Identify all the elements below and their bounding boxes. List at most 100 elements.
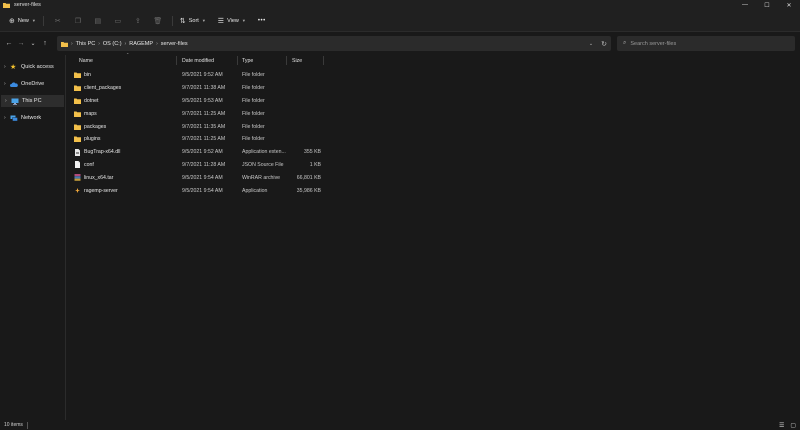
column-header-size[interactable]: Size: [292, 55, 302, 66]
breadcrumb-separator-icon: ›: [124, 40, 127, 47]
file-name: conf: [84, 161, 94, 168]
plus-circle-icon: ⊕: [9, 17, 15, 25]
file-size: 35,986 KB: [296, 187, 321, 194]
file-size: [291, 133, 321, 146]
sort-button[interactable]: ⇅ Sort ▼: [177, 14, 209, 28]
archive-icon: [74, 174, 81, 182]
file-type: File folder: [242, 136, 265, 143]
file-date: 9/7/2021 11:28 AM: [182, 161, 226, 168]
file-row[interactable]: packages 9/7/2021 11:35 AM File folder: [67, 120, 800, 133]
navigation-pane: › ★ Quick access › OneDrive › This PC › …: [0, 55, 66, 420]
paste-icon[interactable]: ▤: [88, 17, 108, 25]
file-row[interactable]: conf 9/7/2021 11:28 AM JSON Source File …: [67, 159, 800, 172]
network-icon: [10, 115, 18, 122]
sidebar-item-quick-access[interactable]: › ★ Quick access: [0, 61, 65, 73]
file-name-cell: maps: [74, 107, 97, 120]
folder-icon: [74, 111, 81, 117]
sidebar-item-label: Quick access: [21, 64, 54, 70]
minimize-button[interactable]: —: [734, 0, 756, 10]
chevron-down-icon: ▼: [201, 18, 206, 23]
column-header-name[interactable]: Name: [79, 55, 93, 66]
sort-icon: ⇅: [179, 17, 186, 25]
new-button[interactable]: ⊕ New ▼: [6, 14, 39, 28]
maximize-button[interactable]: ☐: [756, 0, 778, 10]
file-size: [291, 107, 321, 120]
file-row[interactable]: BugTrap-x64.dll 9/5/2021 9:52 AM Applica…: [67, 146, 800, 159]
sort-button-label: Sort: [188, 17, 199, 24]
column-header-date[interactable]: Date modified: [182, 55, 214, 66]
breadcrumb-this-pc[interactable]: This PC: [76, 41, 96, 47]
search-box[interactable]: ⌕ Search server-files: [617, 36, 795, 51]
file-row[interactable]: maps 9/7/2021 11:25 AM File folder: [67, 107, 800, 120]
file-size: [291, 69, 321, 82]
sidebar-item-this-pc[interactable]: › This PC: [1, 95, 64, 107]
close-button[interactable]: ✕: [778, 0, 800, 10]
file-row[interactable]: client_packages 9/7/2021 11:38 AM File f…: [67, 82, 800, 95]
file-row[interactable]: ragemp-server 9/5/2021 9:54 AM Applicati…: [67, 184, 800, 197]
chevron-down-icon: ▼: [31, 18, 36, 23]
file-row[interactable]: bin 9/5/2021 9:52 AM File folder: [67, 69, 800, 82]
cut-icon[interactable]: ✂: [48, 17, 68, 25]
share-icon[interactable]: ⇪: [128, 17, 148, 25]
folder-icon: [74, 85, 81, 92]
file-name-cell: BugTrap-x64.dll: [74, 146, 120, 159]
file-name-cell: ragemp-server: [74, 184, 118, 197]
file-type: File folder: [242, 123, 265, 130]
breadcrumb-os-drive[interactable]: OS (C:): [103, 41, 122, 47]
file-name-cell: plugins: [74, 133, 100, 146]
column-divider[interactable]: [237, 56, 238, 65]
column-divider[interactable]: [323, 56, 324, 65]
sidebar-item-network[interactable]: › Network: [0, 112, 65, 124]
sort-ascending-icon: ⌃: [126, 52, 130, 57]
delete-icon[interactable]: 🗑: [148, 17, 168, 25]
folder-icon: [74, 72, 81, 79]
file-date: 9/5/2021 9:54 AM: [182, 187, 223, 194]
file-name-cell: dotnet: [74, 95, 98, 108]
recent-locations-icon[interactable]: ⌄: [27, 40, 39, 47]
address-bar[interactable]: › This PC › OS (C:) › RAGEMP › server-fi…: [57, 36, 611, 51]
details-view-icon[interactable]: ☰: [779, 422, 784, 429]
file-size: [291, 82, 321, 95]
title-bar: server-files — ☐ ✕: [0, 0, 800, 10]
address-dropdown-icon[interactable]: ⌄: [589, 41, 593, 47]
file-row[interactable]: linux_x64.tar 9/5/2021 9:54 AM WinRAR ar…: [67, 171, 800, 184]
folder-icon: [74, 98, 81, 104]
file-name: bin: [84, 72, 91, 79]
file-name-cell: bin: [74, 69, 91, 82]
breadcrumb-server-files[interactable]: server-files: [161, 41, 188, 47]
sidebar-item-onedrive[interactable]: › OneDrive: [0, 78, 65, 90]
file-name-cell: packages: [74, 120, 106, 133]
refresh-icon[interactable]: ↻: [601, 40, 607, 48]
file-name-cell: client_packages: [74, 82, 121, 95]
file-row[interactable]: plugins 9/7/2021 11:25 AM File folder: [67, 133, 800, 146]
file-size: [291, 120, 321, 133]
file-name: client_packages: [84, 85, 122, 92]
search-icon: ⌕: [623, 40, 627, 46]
file-size: 355 KB: [303, 149, 321, 156]
file-name: ragemp-server: [84, 187, 118, 194]
file-date: 9/7/2021 11:25 AM: [182, 136, 226, 143]
back-arrow-icon[interactable]: ←: [3, 40, 15, 47]
column-divider[interactable]: [286, 56, 287, 65]
column-header-type[interactable]: Type: [242, 55, 253, 66]
rename-icon[interactable]: ▭: [108, 17, 128, 25]
view-button-label: View: [227, 17, 239, 24]
address-row: ← → ⌄ ↑ › This PC › OS (C:) › RAGEMP › s…: [0, 33, 800, 53]
file-name: linux_x64.tar: [84, 174, 114, 181]
up-arrow-icon[interactable]: ↑: [39, 40, 51, 47]
item-count: 10 items: [4, 422, 23, 428]
column-divider[interactable]: [176, 56, 177, 65]
breadcrumb-ragemp[interactable]: RAGEMP: [129, 41, 153, 47]
view-button[interactable]: ☰ View ▼: [215, 14, 249, 28]
tiles-view-icon[interactable]: ▢: [790, 422, 796, 429]
file-size: 66,801 KB: [296, 174, 321, 181]
file-row[interactable]: dotnet 9/5/2021 9:53 AM File folder: [67, 95, 800, 108]
copy-icon[interactable]: ❐: [68, 17, 88, 25]
more-icon: •••: [257, 17, 266, 24]
forward-arrow-icon[interactable]: →: [15, 40, 27, 47]
file-type: JSON Source File: [242, 161, 284, 168]
search-placeholder: Search server-files: [630, 40, 677, 47]
file-type: File folder: [242, 110, 265, 117]
file-date: 9/7/2021 11:35 AM: [182, 123, 226, 130]
more-options-button[interactable]: •••: [255, 14, 269, 28]
